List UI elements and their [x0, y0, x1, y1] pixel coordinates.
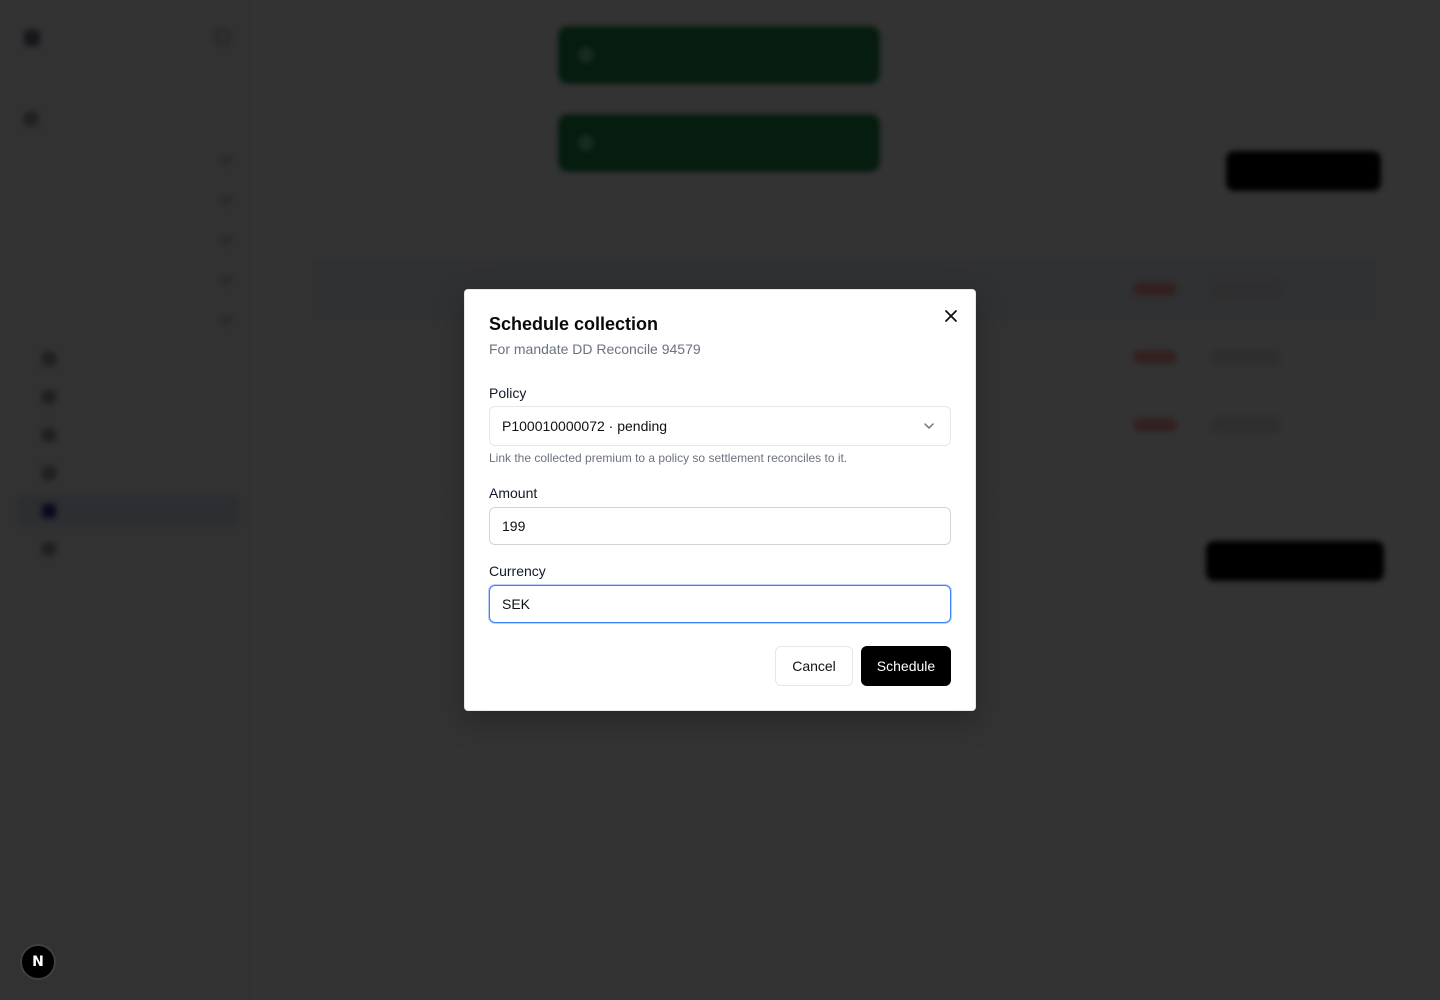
nextjs-logo-icon: N [32, 954, 44, 970]
nextjs-dev-indicator[interactable]: N [20, 944, 56, 980]
dialog-description: For mandate DD Reconcile 94579 [489, 341, 701, 357]
currency-label: Currency [489, 563, 546, 579]
close-button[interactable] [941, 306, 961, 326]
schedule-collection-dialog: Schedule collection For mandate DD Recon… [464, 289, 976, 711]
currency-input[interactable] [489, 585, 951, 623]
chevron-down-icon [924, 423, 934, 429]
schedule-button[interactable]: Schedule [861, 646, 951, 686]
cancel-button[interactable]: Cancel [775, 646, 853, 686]
close-icon [945, 310, 957, 322]
amount-label: Amount [489, 485, 538, 501]
amount-input[interactable] [489, 507, 951, 545]
policy-select-value: P100010000072 · pending [502, 418, 668, 434]
policy-label: Policy [489, 385, 527, 401]
policy-hint: Link the collected premium to a policy s… [489, 451, 848, 465]
policy-select[interactable]: P100010000072 · pending [489, 406, 951, 446]
dialog-title: Schedule collection [489, 314, 659, 334]
